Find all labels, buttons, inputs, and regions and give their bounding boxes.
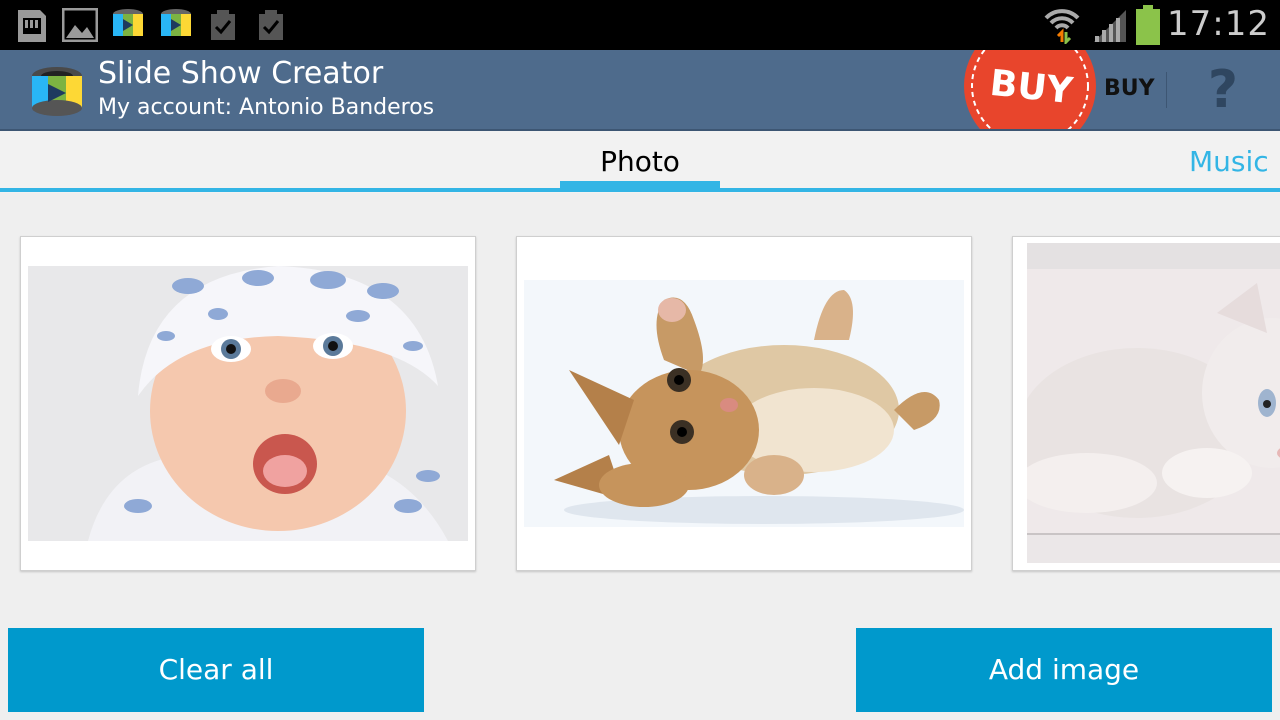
checkbox-notification-icon bbox=[259, 10, 283, 40]
sd-card-icon bbox=[18, 10, 46, 42]
baby-photo bbox=[28, 266, 468, 541]
add-image-button[interactable]: Add image bbox=[856, 628, 1272, 712]
app-logo-icon[interactable] bbox=[28, 62, 86, 120]
help-icon[interactable]: ? bbox=[1200, 62, 1246, 118]
buy-badge-icon: BUY bbox=[964, 50, 1096, 129]
signal-icon bbox=[1094, 10, 1126, 42]
status-bar: 17:12 bbox=[0, 0, 1280, 50]
app-notification-icon bbox=[161, 9, 191, 36]
wifi-icon bbox=[1044, 9, 1080, 44]
action-bar-divider bbox=[1166, 72, 1167, 108]
kitten-photo bbox=[524, 280, 964, 527]
tab-music[interactable]: Music bbox=[1189, 131, 1269, 193]
battery-icon bbox=[1136, 5, 1160, 45]
checkbox-notification-icon bbox=[211, 10, 235, 40]
white-kitten-photo bbox=[1027, 243, 1280, 563]
gallery-icon bbox=[62, 8, 98, 42]
tab-bar-underline bbox=[0, 188, 1280, 192]
app-notification-icon bbox=[113, 9, 143, 36]
account-subtitle: My account: Antonio Banderos bbox=[98, 95, 435, 120]
app-title: Slide Show Creator bbox=[98, 56, 384, 91]
buy-badge-text: BUY bbox=[988, 63, 1075, 113]
clock-time: 17:12 bbox=[1167, 4, 1270, 44]
clear-all-button[interactable]: Clear all bbox=[8, 628, 424, 712]
buy-button[interactable]: BUY bbox=[1104, 76, 1155, 101]
action-bar: Slide Show Creator My account: Antonio B… bbox=[0, 50, 1280, 131]
photo-card-kitten[interactable] bbox=[516, 236, 972, 571]
buy-badge-button[interactable]: BUY bbox=[963, 50, 1099, 129]
photo-card-baby[interactable] bbox=[20, 236, 476, 571]
photo-card-white-kitten[interactable] bbox=[1012, 236, 1280, 571]
